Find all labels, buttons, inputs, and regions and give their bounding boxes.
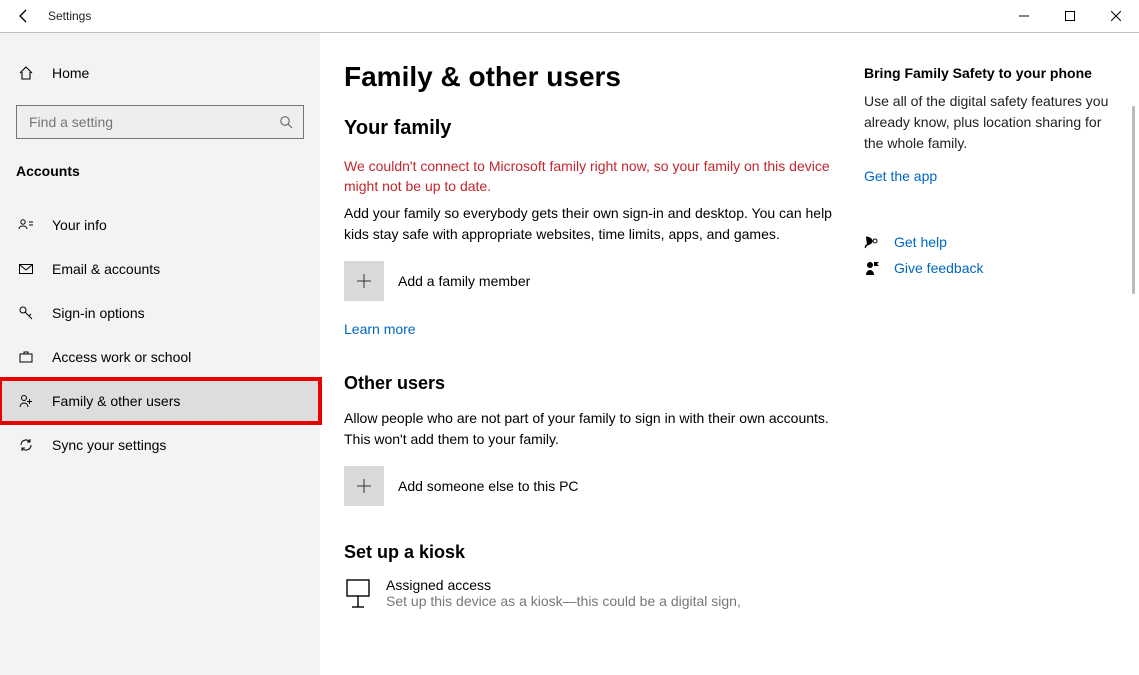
title-bar: Settings xyxy=(0,0,1139,32)
person-card-icon xyxy=(16,217,36,233)
window-title: Settings xyxy=(48,9,91,23)
titlebar-divider xyxy=(0,32,1139,33)
sidebar-item-label: Email & accounts xyxy=(52,261,160,277)
add-family-label: Add a family member xyxy=(398,273,530,289)
plus-icon xyxy=(344,466,384,506)
search-box[interactable] xyxy=(16,105,304,139)
sidebar-item-family[interactable]: Family & other users xyxy=(0,379,320,423)
search-input[interactable] xyxy=(27,113,279,131)
maximize-button[interactable] xyxy=(1047,0,1093,32)
sidebar-item-sync[interactable]: Sync your settings xyxy=(0,423,320,467)
family-desc: Add your family so everybody gets their … xyxy=(344,203,836,245)
feedback-label: Give feedback xyxy=(894,260,984,276)
learn-more-link[interactable]: Learn more xyxy=(344,321,416,337)
main-panel: Family & other users Your family We coul… xyxy=(320,33,1139,675)
aside-panel: Bring Family Safety to your phone Use al… xyxy=(860,33,1139,675)
get-app-link[interactable]: Get the app xyxy=(864,168,937,184)
sidebar-item-label: Sign-in options xyxy=(52,305,145,321)
sync-icon xyxy=(16,437,36,453)
search-icon xyxy=(279,115,293,129)
close-button[interactable] xyxy=(1093,0,1139,32)
sidebar-item-label: Family & other users xyxy=(52,393,180,409)
back-button[interactable] xyxy=(0,8,48,24)
sidebar-item-work[interactable]: Access work or school xyxy=(0,335,320,379)
minimize-button[interactable] xyxy=(1001,0,1047,32)
sidebar-item-label: Sync your settings xyxy=(52,437,166,453)
home-icon xyxy=(16,65,36,81)
assigned-access-button[interactable]: Assigned access Set up this device as a … xyxy=(344,577,836,609)
kiosk-icon xyxy=(344,577,372,609)
sidebar-item-label: Your info xyxy=(52,217,107,233)
plus-icon xyxy=(344,261,384,301)
family-error-text: We couldn't connect to Microsoft family … xyxy=(344,156,836,197)
sidebar-item-email[interactable]: Email & accounts xyxy=(0,247,320,291)
mail-icon xyxy=(16,261,36,277)
promo-title: Bring Family Safety to your phone xyxy=(864,65,1111,81)
sidebar-item-signin[interactable]: Sign-in options xyxy=(0,291,320,335)
sidebar-home-label: Home xyxy=(52,65,89,81)
other-desc: Allow people who are not part of your fa… xyxy=(344,408,836,450)
kiosk-label: Assigned access xyxy=(386,577,741,593)
kiosk-sub: Set up this device as a kiosk—this could… xyxy=(386,593,741,609)
sidebar: Home Accounts Your info Email & accounts… xyxy=(0,33,320,675)
briefcase-icon xyxy=(16,349,36,365)
scrollbar[interactable] xyxy=(1132,106,1135,294)
page-title: Family & other users xyxy=(344,61,836,93)
get-help-link[interactable]: Get help xyxy=(864,234,1111,250)
add-family-member-button[interactable]: Add a family member xyxy=(344,261,836,301)
sidebar-item-label: Access work or school xyxy=(52,349,191,365)
help-icon xyxy=(864,234,880,250)
promo-text: Use all of the digital safety features y… xyxy=(864,91,1111,154)
sidebar-category: Accounts xyxy=(0,153,320,189)
section-family-title: Your family xyxy=(344,117,836,140)
feedback-icon xyxy=(864,260,880,276)
section-kiosk-title: Set up a kiosk xyxy=(344,542,836,563)
key-icon xyxy=(16,305,36,321)
sidebar-home[interactable]: Home xyxy=(0,51,320,95)
get-help-label: Get help xyxy=(894,234,947,250)
sidebar-item-your-info[interactable]: Your info xyxy=(0,203,320,247)
add-other-user-button[interactable]: Add someone else to this PC xyxy=(344,466,836,506)
add-other-label: Add someone else to this PC xyxy=(398,478,579,494)
family-icon xyxy=(16,393,36,409)
give-feedback-link[interactable]: Give feedback xyxy=(864,260,1111,276)
section-other-title: Other users xyxy=(344,373,836,394)
